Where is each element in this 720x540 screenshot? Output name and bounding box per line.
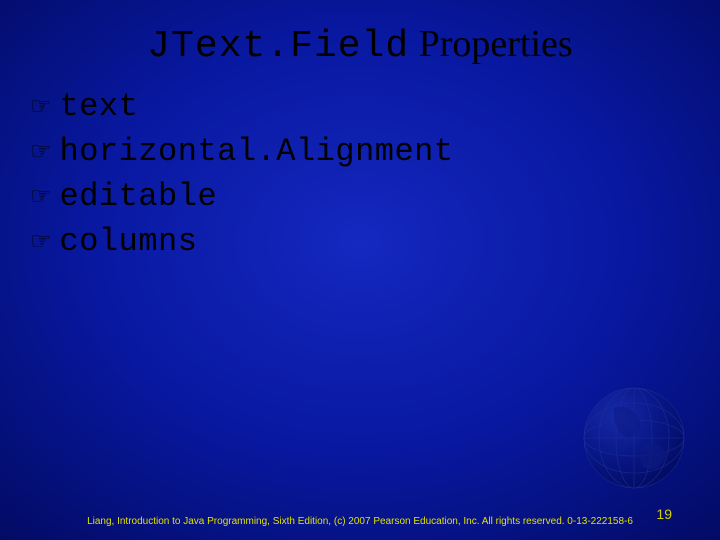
- title-rest: Properties: [409, 23, 573, 65]
- list-item: ☞ horizontal.Alignment: [30, 133, 720, 170]
- page-number: 19: [656, 506, 672, 522]
- footer-text: Liang, Introduction to Java Programming,…: [0, 516, 720, 529]
- bullet-label: horizontal.Alignment: [60, 133, 454, 170]
- bullet-list: ☞ text ☞ horizontal.Alignment ☞ editable…: [0, 88, 720, 260]
- list-item: ☞ editable: [30, 178, 720, 215]
- bullet-label: editable: [60, 178, 218, 215]
- hand-pointer-icon: ☞: [30, 230, 52, 254]
- hand-pointer-icon: ☞: [30, 185, 52, 209]
- globe-icon: [574, 378, 694, 498]
- bullet-label: columns: [60, 223, 198, 260]
- title-code: JText.Field: [147, 25, 409, 68]
- list-item: ☞ text: [30, 88, 720, 125]
- list-item: ☞ columns: [30, 223, 720, 260]
- hand-pointer-icon: ☞: [30, 95, 52, 119]
- slide-title: JText.Field Properties: [0, 0, 720, 68]
- bullet-label: text: [60, 88, 139, 125]
- hand-pointer-icon: ☞: [30, 140, 52, 164]
